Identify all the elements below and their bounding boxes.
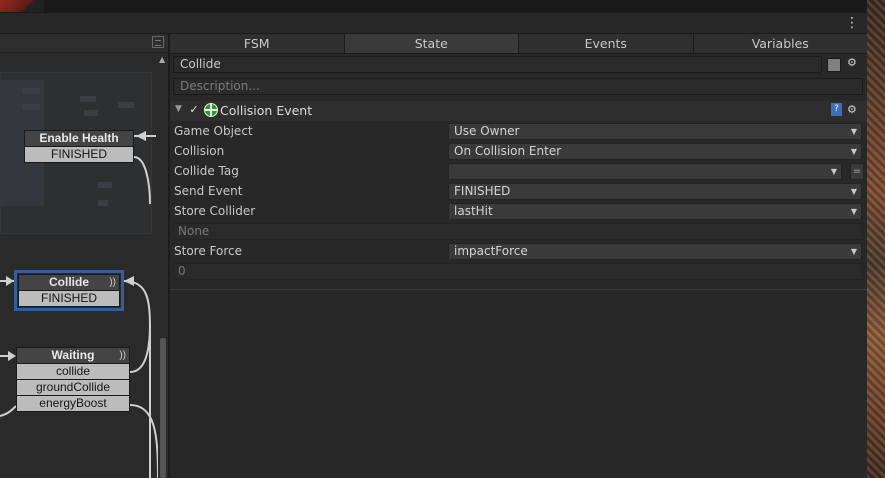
dropdown-value: Use Owner	[454, 124, 520, 138]
tab-state[interactable]: State	[344, 34, 519, 53]
state-node-title: Enable Health	[24, 130, 134, 147]
field-label: Send Event	[174, 184, 243, 198]
state-name-field[interactable]: Collide	[173, 56, 822, 73]
dropdown-value: On Collision Enter	[454, 144, 562, 158]
graph-scrollbar[interactable]: ▲	[158, 53, 168, 478]
field-row-store-force: Store Force impactForce ▼	[170, 242, 867, 262]
checkmark-icon[interactable]: ✓	[188, 104, 200, 116]
inspector-tabs: FSM State Events Variables	[170, 34, 867, 54]
collide-tag-dropdown[interactable]: ▼	[448, 163, 842, 180]
state-node-collide[interactable]: Collide)) FINISHED	[14, 270, 124, 311]
tab-fsm[interactable]: FSM	[170, 34, 345, 53]
action-header[interactable]: ▼ ✓ Collision Event ? ⚙	[170, 101, 867, 121]
dropdown-caret-icon: ▼	[850, 207, 857, 216]
store-collider-dropdown[interactable]: lastHit ▼	[448, 203, 862, 220]
tab-events[interactable]: Events	[519, 34, 694, 53]
fsm-graph-view[interactable]: Enable Health FINISHED Collide)) FINISHE…	[0, 34, 169, 478]
color-swatch-icon[interactable]	[827, 58, 841, 72]
store-force-dropdown[interactable]: impactForce ▼	[448, 243, 862, 260]
transition-event[interactable]: FINISHED	[18, 291, 120, 307]
settings-gear-icon[interactable]: ⚙	[847, 103, 857, 116]
field-row-collision: Collision On Collision Enter ▼	[170, 142, 867, 162]
dropdown-caret-icon: ▼	[850, 147, 857, 156]
collision-event-icon	[204, 103, 218, 117]
pulse-icon: ))	[119, 350, 126, 361]
field-row-game-object: Game Object Use Owner ▼	[170, 122, 867, 142]
dropdown-caret-icon: ▼	[830, 167, 837, 176]
description-field[interactable]: Description...	[173, 78, 863, 95]
send-event-dropdown[interactable]: FINISHED ▼	[448, 183, 862, 200]
collapse-triangle-icon[interactable]: ▼	[175, 104, 182, 114]
state-inspector: FSM State Events Variables Collide ⚙ Des…	[170, 34, 867, 478]
settings-gear-icon[interactable]: ⚙	[847, 56, 857, 69]
action-title: Collision Event	[220, 103, 313, 118]
transition-event[interactable]: groundCollide	[16, 380, 130, 396]
top-strip	[0, 0, 867, 13]
state-node-header: Waiting))	[16, 347, 130, 364]
field-label: Store Collider	[174, 204, 256, 218]
dropdown-value: impactForce	[454, 244, 528, 258]
tab-variables[interactable]: Variables	[694, 34, 868, 53]
field-label: Store Force	[174, 244, 242, 258]
field-label: Game Object	[174, 124, 253, 138]
transition-event[interactable]: FINISHED	[24, 147, 134, 163]
panel-titlebar: ⋮	[0, 13, 867, 34]
scene-background-fragment	[0, 0, 44, 12]
transition-event[interactable]: collide	[16, 364, 130, 380]
scroll-up-icon[interactable]: ▲	[159, 55, 165, 64]
help-book-icon[interactable]: ?	[831, 103, 842, 116]
transition-event[interactable]: energyBoost	[16, 396, 130, 412]
dropdown-caret-icon: ▼	[850, 187, 857, 196]
divider	[170, 289, 867, 290]
scene-background-photo	[867, 0, 885, 478]
dropdown-value: FINISHED	[454, 184, 511, 198]
field-row-store-collider: Store Collider lastHit ▼	[170, 202, 867, 222]
game-object-dropdown[interactable]: Use Owner ▼	[448, 123, 862, 140]
variable-toggle-icon[interactable]: =	[850, 163, 864, 180]
collision-dropdown[interactable]: On Collision Enter ▼	[448, 143, 862, 160]
store-collider-value: None	[173, 223, 863, 240]
state-node-waiting[interactable]: Waiting)) collide groundCollide energyBo…	[16, 347, 130, 412]
scrollbar-thumb[interactable]	[160, 338, 166, 478]
state-node-header: Collide))	[18, 274, 120, 291]
state-node-enable-health[interactable]: Enable Health FINISHED	[24, 130, 134, 163]
pulse-icon: ))	[109, 277, 116, 288]
field-row-collide-tag: Collide Tag ▼ =	[170, 162, 867, 182]
state-node-title: Collide	[48, 275, 89, 289]
state-node-title: Waiting	[51, 348, 95, 362]
kebab-menu-icon[interactable]: ⋮	[845, 15, 859, 31]
dropdown-caret-icon: ▼	[850, 247, 857, 256]
field-label: Collide Tag	[174, 164, 239, 178]
dropdown-value: lastHit	[454, 204, 493, 218]
store-force-value: 0	[173, 263, 863, 280]
field-row-send-event: Send Event FINISHED ▼	[170, 182, 867, 202]
field-label: Collision	[174, 144, 225, 158]
dropdown-caret-icon: ▼	[850, 127, 857, 136]
